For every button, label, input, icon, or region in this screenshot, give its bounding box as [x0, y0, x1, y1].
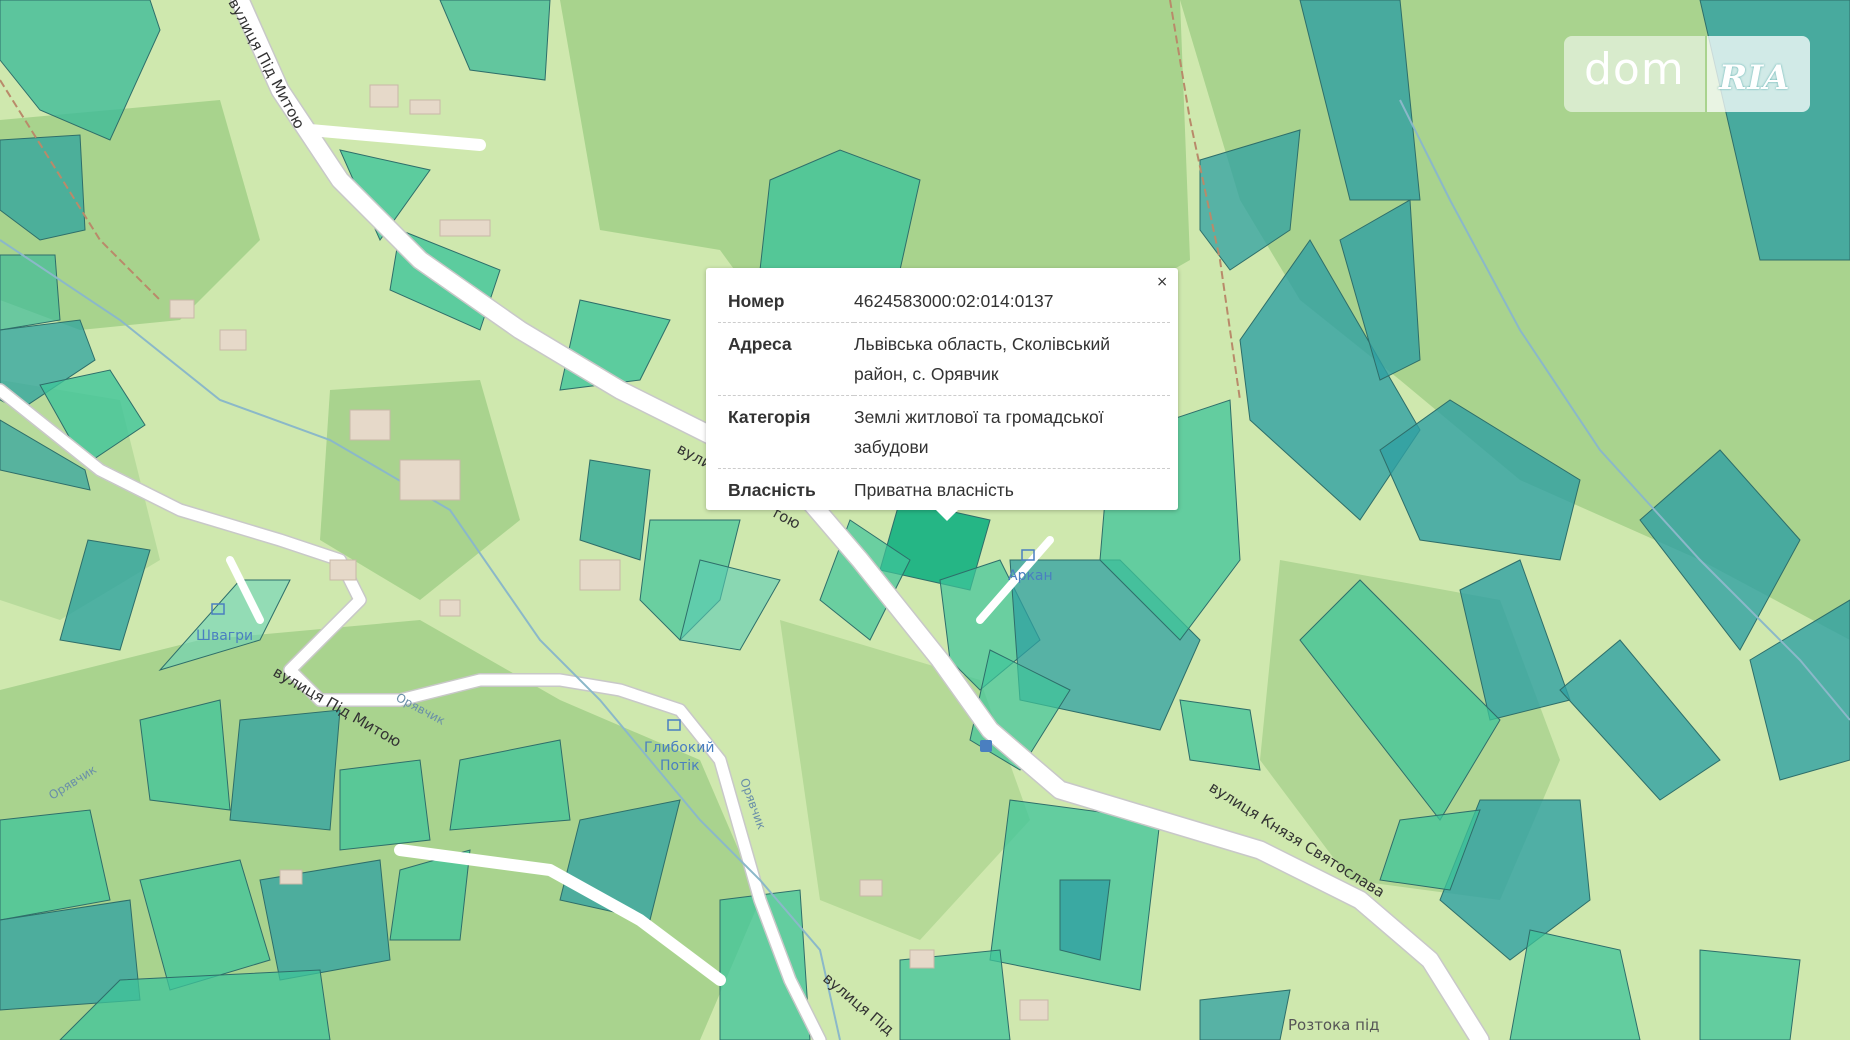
dom-ria-logo: dom RIA: [1564, 36, 1810, 112]
table-row: Категорія Землі житлової та громадської …: [718, 395, 1170, 469]
row-value-category: Землі житлової та громадської забудови: [854, 395, 1170, 469]
row-key-address: Адреса: [718, 322, 854, 396]
logo-ria-text: RIA: [1719, 58, 1790, 98]
row-value-ownership: Приватна власність: [854, 480, 1014, 500]
map-canvas[interactable]: вулиця Під Митою вули тою вулиця Під Мит…: [0, 0, 1850, 1040]
bus-icon: [980, 740, 992, 752]
poi-label-arkan: Аркан: [1008, 568, 1053, 584]
bus-stop[interactable]: [980, 740, 992, 752]
popup-pointer: [936, 510, 958, 521]
row-key-category: Категорія: [718, 395, 854, 469]
street-label-pid-mytoyu-top: вулиця Під Митою: [224, 0, 308, 132]
row-key-number: Номер: [718, 280, 854, 323]
parcel-info-table: Номер 4624583000:02:014:0137 Адреса Льві…: [718, 280, 1170, 511]
poi-label-hlybokyi-2: Потік: [660, 758, 700, 774]
table-row: Номер 4624583000:02:014:0137: [718, 280, 1170, 323]
parcel-info-popup: × Номер 4624583000:02:014:0137 Адреса Ль…: [706, 268, 1178, 521]
logo-dom-text: dom: [1584, 44, 1685, 95]
hotel-icon: [667, 719, 681, 731]
row-key-ownership: Власність: [728, 480, 816, 500]
row-value-number: 4624583000:02:014:0137: [854, 280, 1170, 323]
table-row: Власність Приватна власність: [718, 469, 1170, 512]
cadastral-map[interactable]: вулиця Під Митою вули тою вулиця Під Мит…: [0, 0, 1850, 1040]
place-label-roztoka: Розтока під: [1288, 1016, 1379, 1034]
row-value-address: Львівська область, Сколівський район, с.…: [854, 322, 1170, 396]
table-row: Адреса Львівська область, Сколівський ра…: [718, 322, 1170, 396]
logo-dom-box: dom: [1564, 36, 1705, 112]
poi-label-shvahry: Швагри: [196, 628, 253, 644]
poi-label-hlybokyi-1: Глибокий: [644, 740, 714, 756]
logo-ria-box: RIA: [1707, 36, 1810, 112]
